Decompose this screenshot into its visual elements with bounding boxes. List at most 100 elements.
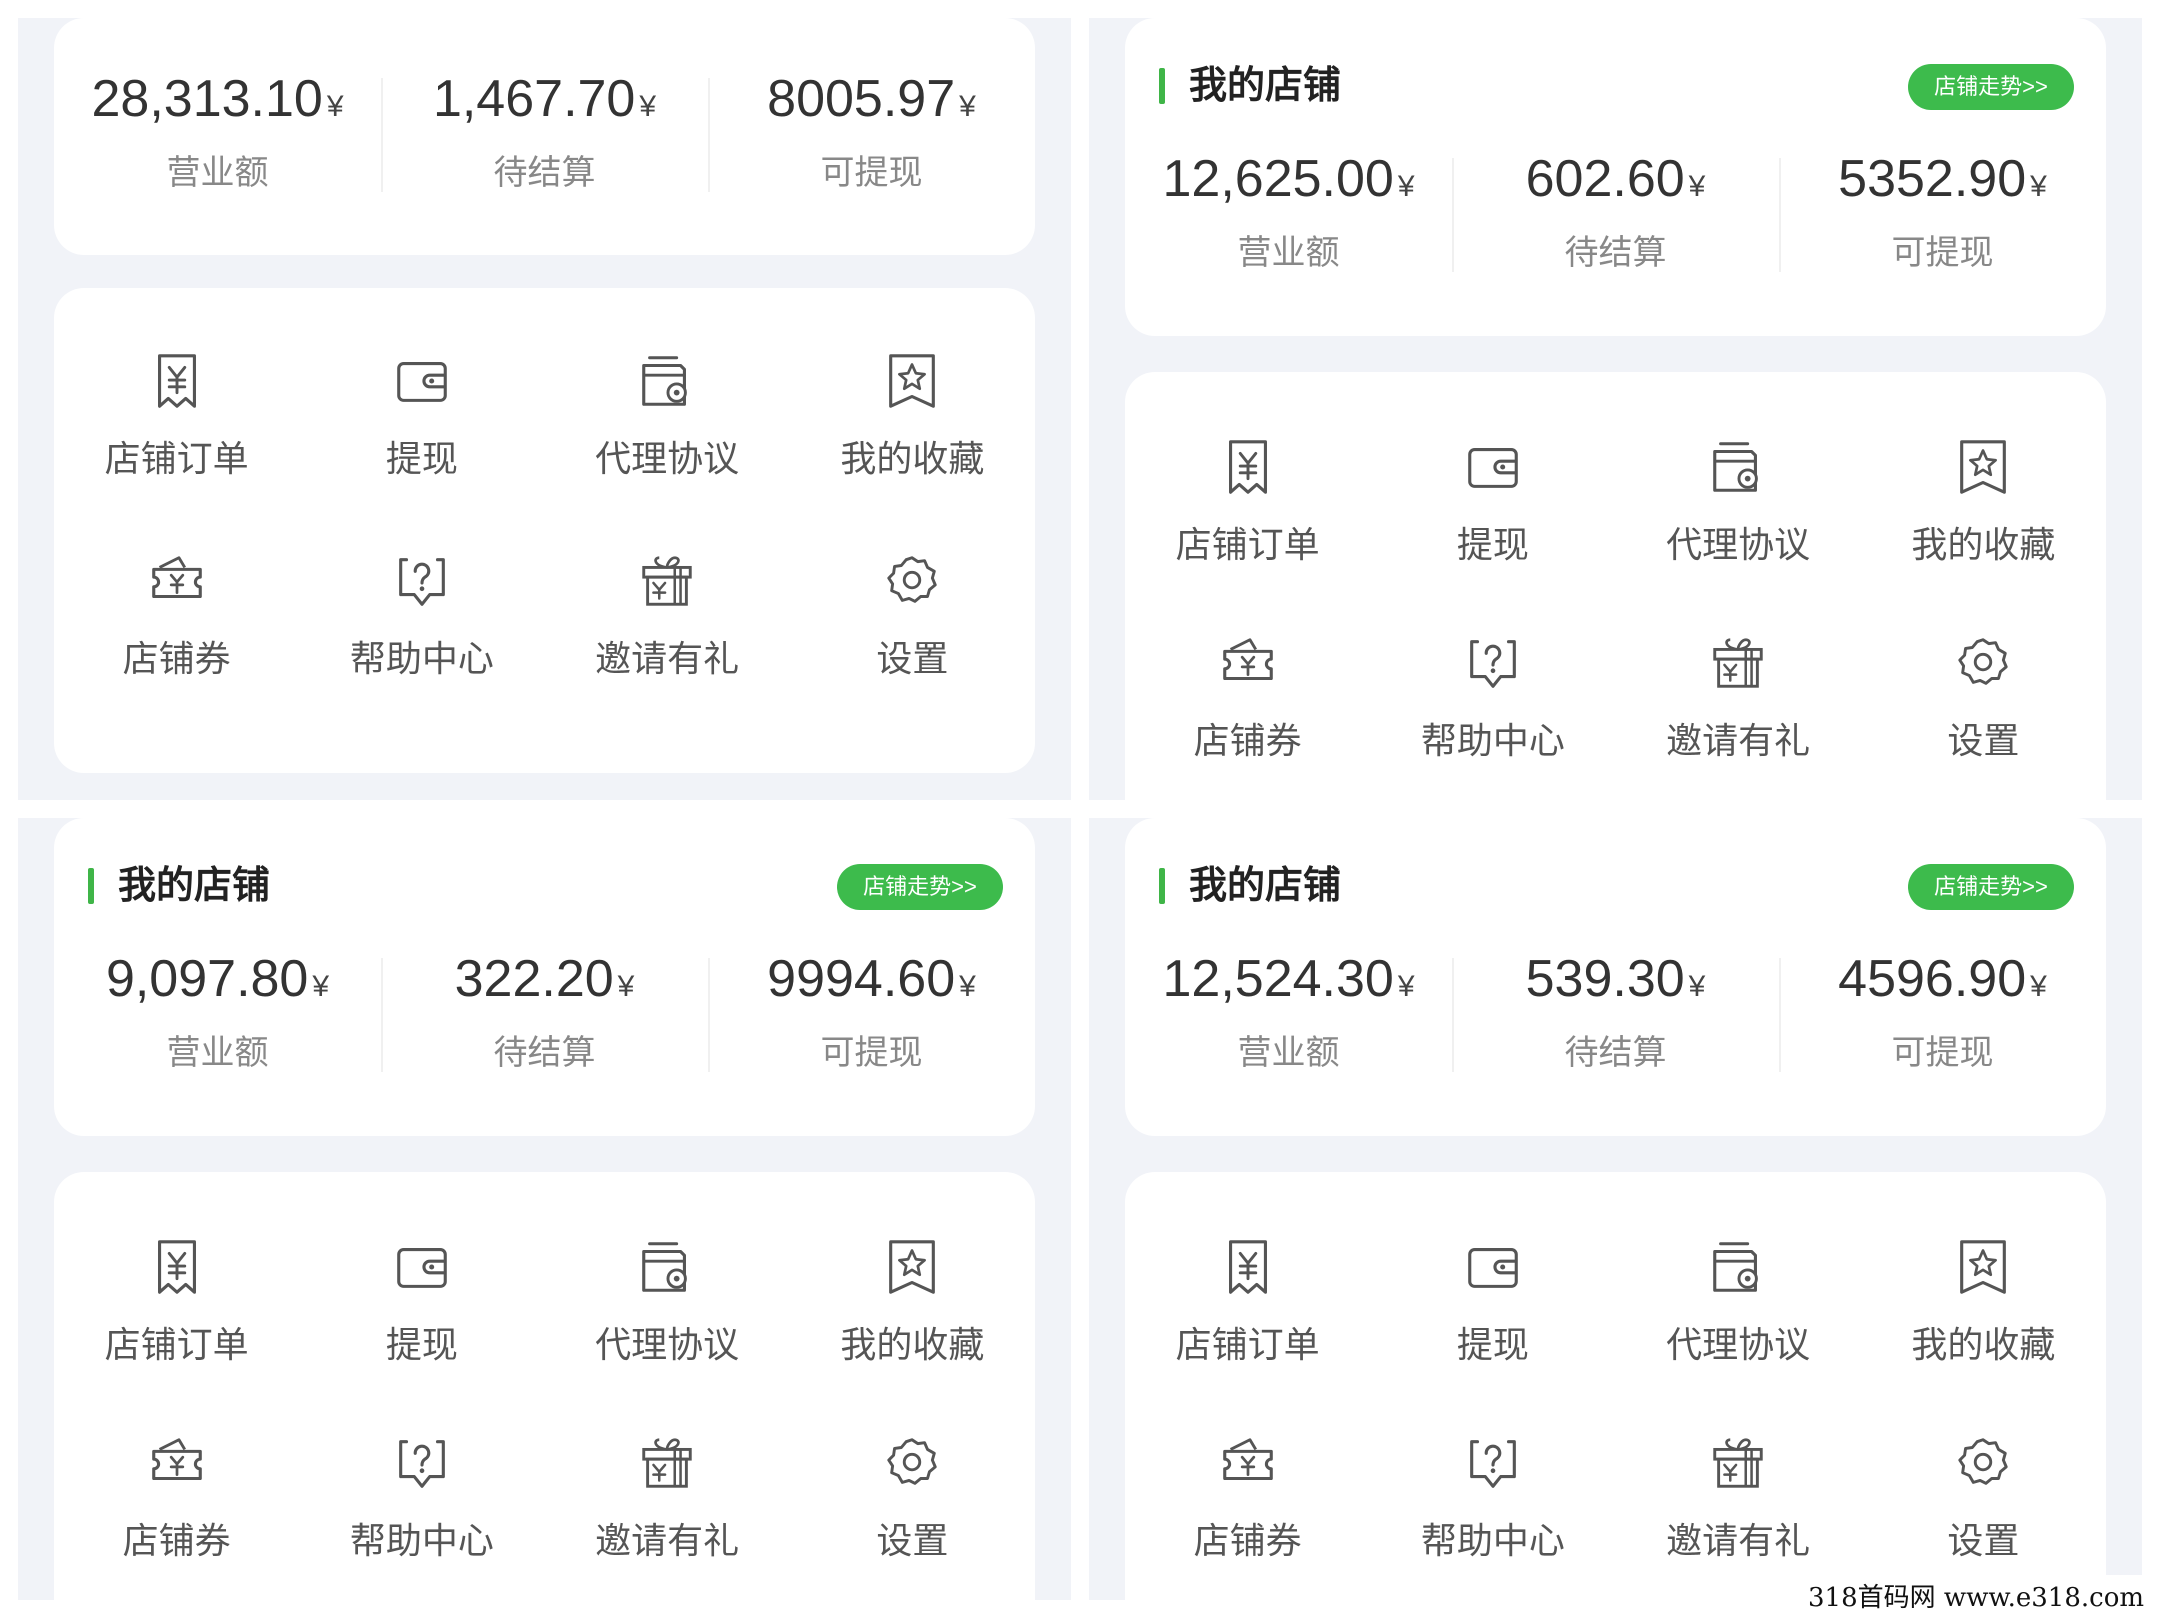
stat-value: 12,625.00 [1162,150,1394,208]
stat-pending-settlement[interactable]: 602.60 ¥ 待结算 [1452,138,1779,298]
stat-pending-settlement[interactable]: 1,467.70 ¥ 待结算 [381,58,708,218]
order-receipt-icon [146,1236,208,1298]
stat-value: 4596.90 [1838,950,2027,1008]
menu-item-settings[interactable]: 设置 [1861,1420,2106,1600]
store-summary-card: 我的店铺 店铺走势>> 9,097.80 ¥ 营业额 322.20 ¥ 待结算 99… [54,818,1035,1136]
menu-label: 邀请有礼 [595,638,740,679]
menu-item-store-coupons[interactable]: 店铺券 [54,538,299,738]
stat-value: 9994.60 [767,950,956,1008]
stat-pending-settlement[interactable]: 539.30 ¥ 待结算 [1452,938,1779,1098]
menu-item-help-center[interactable]: 帮助中心 [299,1420,544,1600]
help-icon [1462,632,1524,694]
menu-label: 店铺订单 [1175,524,1320,565]
menu-item-help-center[interactable]: 帮助中心 [1370,620,1615,800]
menu-item-agency-agreement[interactable]: 代理协议 [545,338,790,538]
menu-item-withdraw[interactable]: 提现 [299,338,544,538]
store-panel-3: 我的店铺 店铺走势>> 9,097.80 ¥ 营业额 322.20 ¥ 待结算 99… [18,818,1071,1600]
stat-revenue[interactable]: 9,097.80 ¥ 营业额 [54,938,381,1098]
menu-label: 设置 [876,638,949,679]
stat-revenue[interactable]: 28,313.10 ¥ 营业额 [54,58,381,218]
wallet-icon [391,1236,453,1298]
menu-item-invite-rewards[interactable]: 邀请有礼 [1616,620,1861,800]
agreement-icon [1707,436,1769,498]
currency-unit: ¥ [617,970,635,1003]
store-trend-button[interactable]: 店铺走势>> [1908,864,2074,910]
stat-label: 营业额 [1237,234,1340,272]
stat-label: 待结算 [493,1034,596,1072]
agreement-icon [636,350,698,412]
menu-label: 代理协议 [1666,1324,1811,1365]
stats-row: 12,524.30 ¥ 营业额 539.30 ¥ 待结算 4596.90 ¥ 可提现 [1125,938,2106,1098]
settings-gear-icon [881,550,943,612]
menu-item-store-orders[interactable]: 店铺订单 [1125,1224,1370,1420]
menu-label: 帮助中心 [1420,720,1565,761]
menu-item-settings[interactable]: 设置 [790,538,1035,738]
section-title: 我的店铺 [1189,65,1342,107]
wallet-icon [1462,436,1524,498]
stat-revenue[interactable]: 12,524.30 ¥ 营业额 [1125,938,1452,1098]
menu-item-store-orders[interactable]: 店铺订单 [54,1224,299,1420]
stats-row: 9,097.80 ¥ 营业额 322.20 ¥ 待结算 9994.60 ¥ 可提现 [54,938,1035,1098]
stat-withdrawable[interactable]: 8005.97 ¥ 可提现 [708,58,1035,218]
store-menu-card: 店铺订单 提现 代理协议 我的收藏 店铺券 帮助中心 邀请有礼 设置 [1125,372,2106,800]
menu-label: 帮助中心 [349,638,494,679]
store-trend-button[interactable]: 店铺走势>> [1908,64,2074,110]
menu-item-agency-agreement[interactable]: 代理协议 [1616,1224,1861,1420]
menu-label: 店铺券 [1193,1520,1302,1561]
menu-item-withdraw[interactable]: 提现 [1370,1224,1615,1420]
store-panel-2: 我的店铺 店铺走势>> 12,625.00 ¥ 营业额 602.60 ¥ 待结算 5… [1089,18,2142,800]
menu-item-withdraw[interactable]: 提现 [1370,424,1615,620]
menu-item-invite-rewards[interactable]: 邀请有礼 [1616,1420,1861,1600]
menu-item-my-favorites[interactable]: 我的收藏 [790,1224,1035,1420]
stat-value: 1,467.70 [432,70,636,128]
menu-label: 店铺券 [122,1520,231,1561]
menu-item-store-orders[interactable]: 店铺订单 [54,338,299,538]
gift-icon [1707,1432,1769,1494]
menu-label: 邀请有礼 [595,1520,740,1561]
menu-item-store-coupons[interactable]: 店铺券 [54,1420,299,1600]
menu-label: 邀请有礼 [1666,1520,1811,1561]
card-header: 我的店铺 店铺走势>> [1125,836,2106,916]
menu-item-invite-rewards[interactable]: 邀请有礼 [545,1420,790,1600]
menu-label: 提现 [385,438,458,479]
stat-revenue[interactable]: 12,625.00 ¥ 营业额 [1125,138,1452,298]
menu-item-withdraw[interactable]: 提现 [299,1224,544,1420]
menu-label: 代理协议 [1666,524,1811,565]
currency-unit: ¥ [1688,170,1706,203]
currency-unit: ¥ [639,90,657,123]
stats-row: 12,625.00 ¥ 营业额 602.60 ¥ 待结算 5352.90 ¥ 可提现 [1125,138,2106,298]
menu-item-agency-agreement[interactable]: 代理协议 [1616,424,1861,620]
help-icon [391,550,453,612]
menu-grid: 店铺订单 提现 代理协议 我的收藏 店铺券 帮助中心 邀请有礼 设置 [1125,1224,2106,1600]
currency-unit: ¥ [326,90,344,123]
menu-item-invite-rewards[interactable]: 邀请有礼 [545,538,790,738]
stat-withdrawable[interactable]: 5352.90 ¥ 可提现 [1779,138,2106,298]
favorite-star-icon [1952,1236,2014,1298]
stat-label: 待结算 [1564,234,1667,272]
gift-icon [636,550,698,612]
favorite-star-icon [1952,436,2014,498]
stat-pending-settlement[interactable]: 322.20 ¥ 待结算 [381,938,708,1098]
store-trend-button[interactable]: 店铺走势>> [837,864,1003,910]
menu-item-my-favorites[interactable]: 我的收藏 [1861,424,2106,620]
menu-item-store-coupons[interactable]: 店铺券 [1125,620,1370,800]
menu-item-help-center[interactable]: 帮助中心 [299,538,544,738]
menu-item-settings[interactable]: 设置 [790,1420,1035,1600]
section-title: 我的店铺 [118,865,271,907]
menu-item-my-favorites[interactable]: 我的收藏 [790,338,1035,538]
menu-item-store-orders[interactable]: 店铺订单 [1125,424,1370,620]
order-receipt-icon [1217,436,1279,498]
order-receipt-icon [1217,1236,1279,1298]
stat-withdrawable[interactable]: 9994.60 ¥ 可提现 [708,938,1035,1098]
menu-item-agency-agreement[interactable]: 代理协议 [545,1224,790,1420]
stats-row: 28,313.10 ¥ 营业额 1,467.70 ¥ 待结算 8005.97 ¥ 可提… [54,58,1035,218]
store-menu-card: 店铺订单 提现 代理协议 我的收藏 店铺券 帮助中心 邀请有礼 设置 [54,1172,1035,1600]
menu-item-help-center[interactable]: 帮助中心 [1370,1420,1615,1600]
currency-unit: ¥ [2030,170,2047,203]
menu-label: 代理协议 [595,1324,740,1365]
menu-item-settings[interactable]: 设置 [1861,620,2106,800]
menu-label: 帮助中心 [349,1520,494,1561]
menu-item-my-favorites[interactable]: 我的收藏 [1861,1224,2106,1420]
stat-withdrawable[interactable]: 4596.90 ¥ 可提现 [1779,938,2106,1098]
menu-item-store-coupons[interactable]: 店铺券 [1125,1420,1370,1600]
